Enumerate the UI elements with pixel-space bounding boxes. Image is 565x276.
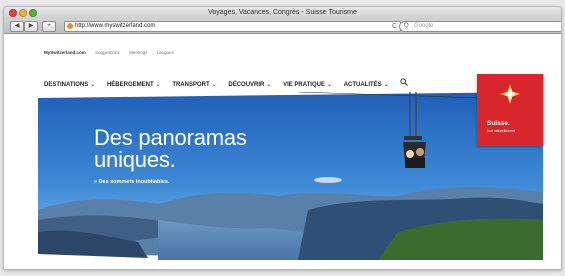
chevron-down-icon: ⌄: [326, 82, 333, 88]
site-favicon-icon: [67, 23, 73, 29]
chevron-down-icon: ⌄: [383, 82, 389, 88]
nav-label: VIE PRATIQUE: [283, 82, 325, 88]
url-text: http://www.myswitzerland.com: [75, 23, 156, 29]
hero-banner[interactable]: Des panoramas uniques. » Des sommets ino…: [38, 92, 543, 260]
nav-label: DESTINATIONS: [44, 82, 89, 88]
nav-item-decouvrir[interactable]: DÉCOUVRIR ⌄: [228, 81, 271, 88]
close-window-button[interactable]: [9, 9, 17, 17]
chevron-down-icon: ⌄: [266, 82, 272, 88]
nav-label: TRANSPORT: [172, 82, 210, 88]
suisse-logo[interactable]: Suisse. tout naturellement: [477, 74, 543, 146]
brand-tagline: tout naturellement: [487, 129, 516, 133]
hero-title-line-1: Des panoramas: [94, 125, 247, 150]
search-icon[interactable]: [400, 78, 409, 88]
minimize-window-button[interactable]: [19, 9, 27, 17]
address-bar[interactable]: http://www.myswitzerland.com C: [64, 21, 401, 32]
add-bookmark-button[interactable]: +: [42, 21, 56, 32]
nav-item-transport[interactable]: TRANSPORT ⌄: [172, 81, 216, 88]
search-field[interactable]: Q Google: [399, 21, 561, 32]
forward-button[interactable]: ▶: [24, 21, 38, 32]
browser-toolbar: ◀ ▶ + http://www.myswitzerland.com C Q G…: [4, 19, 561, 34]
nav-label: HÉBERGEMENT: [106, 82, 154, 88]
chevron-down-icon: ⌄: [90, 82, 96, 88]
utility-site-link[interactable]: MySwitzerland.com: [44, 50, 86, 55]
utility-link-suggestions[interactable]: Suggestions: [95, 50, 120, 55]
utility-link-langues[interactable]: Langues: [157, 50, 174, 55]
nav-item-hebergement[interactable]: HÉBERGEMENT ⌄: [107, 81, 161, 88]
back-button[interactable]: ◀: [10, 21, 24, 32]
browser-window: Voyages, Vacances, Congrès - Suisse Tour…: [3, 6, 562, 270]
web-page: MySwitzerland.com Suggestions Meetings L…: [4, 34, 561, 269]
hero-title-line-2: uniques.: [94, 147, 176, 172]
hero-landscape-image: [38, 92, 543, 260]
chevron-down-icon: ⌄: [155, 82, 161, 88]
search-icon: Q: [404, 23, 409, 29]
nav-item-vie-pratique[interactable]: VIE PRATIQUE ⌄: [283, 81, 332, 88]
back-arrow-icon: ◀: [14, 23, 20, 29]
plus-icon: +: [47, 23, 51, 29]
forward-arrow-icon: ▶: [28, 23, 34, 29]
title-bar: Voyages, Vacances, Congrès - Suisse Tour…: [4, 7, 561, 19]
utility-link-meetings[interactable]: Meetings: [129, 50, 147, 55]
utility-nav: MySwitzerland.com Suggestions Meetings L…: [44, 50, 182, 55]
chevron-down-icon: ⌄: [211, 82, 217, 88]
hero-link[interactable]: » Des sommets inoubliables.: [94, 179, 170, 185]
nav-label: DÉCOUVRIR: [228, 82, 265, 88]
nav-label: ACTUALITÉS: [343, 82, 382, 88]
main-nav: DESTINATIONS ⌄ HÉBERGEMENT ⌄ TRANSPORT ⌄ DÉ…: [44, 78, 409, 88]
search-placeholder: Google: [414, 23, 434, 29]
nav-item-actualites[interactable]: ACTUALITÉS ⌄: [344, 81, 389, 88]
window-title: Voyages, Vacances, Congrès - Suisse Tour…: [208, 9, 357, 16]
brand-name: Suisse.: [487, 120, 510, 127]
nav-item-destinations[interactable]: DESTINATIONS ⌄: [44, 81, 95, 88]
refresh-icon[interactable]: C: [392, 22, 397, 31]
zoom-window-button[interactable]: [29, 9, 37, 17]
swiss-cross-star-icon: [500, 84, 520, 104]
